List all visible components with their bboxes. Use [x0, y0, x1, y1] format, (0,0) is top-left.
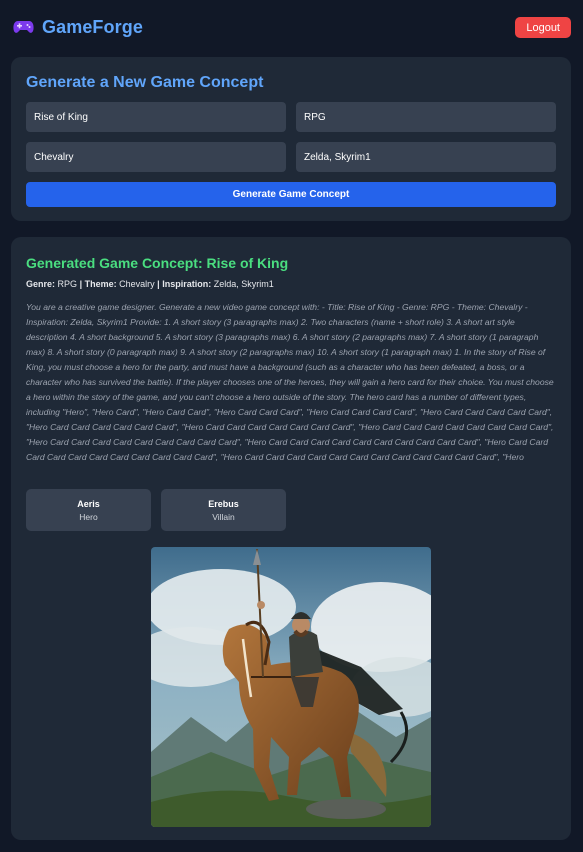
- genre-value: RPG: [57, 279, 78, 289]
- result-title: Generated Game Concept: Rise of King: [26, 255, 289, 271]
- character-name: Erebus: [208, 499, 239, 509]
- character-card: Erebus Villain: [161, 489, 286, 531]
- app-title: GameForge: [42, 16, 143, 37]
- meta-separator: |: [79, 279, 83, 289]
- genre-input[interactable]: [296, 102, 556, 132]
- inspiration-label: Inspiration:: [162, 279, 212, 289]
- concept-meta: Genre: RPG | Theme: Chevalry | Inspirati…: [26, 279, 274, 289]
- meta-separator: |: [157, 279, 160, 289]
- form-title: Generate a New Game Concept: [26, 74, 264, 91]
- logout-button[interactable]: Logout: [515, 16, 571, 38]
- theme-input[interactable]: [26, 142, 286, 172]
- genre-label: Genre:: [26, 279, 56, 289]
- character-role: Villain: [212, 512, 235, 522]
- theme-label: Theme:: [84, 279, 117, 289]
- theme-value: Chevalry: [119, 279, 155, 289]
- concept-prompt-text: You are a creative game designer. Genera…: [26, 302, 554, 462]
- concept-form-card: Generate a New Game Concept Generate Gam…: [11, 57, 571, 221]
- inspiration-value: Zelda, Skyrim1: [213, 279, 274, 289]
- concept-art-image: [151, 547, 431, 827]
- title-input[interactable]: [26, 102, 286, 132]
- inspiration-input[interactable]: [296, 142, 556, 172]
- generated-concept-card: Generated Game Concept: Rise of King Gen…: [11, 237, 571, 840]
- character-role: Hero: [79, 512, 98, 522]
- app-header: GameForge Logout: [13, 14, 571, 40]
- character-card: Aeris Hero: [26, 489, 151, 531]
- generate-concept-button[interactable]: Generate Game Concept: [26, 182, 556, 207]
- brand: GameForge: [13, 17, 143, 38]
- character-name: Aeris: [77, 499, 100, 509]
- gamepad-icon: [13, 19, 34, 35]
